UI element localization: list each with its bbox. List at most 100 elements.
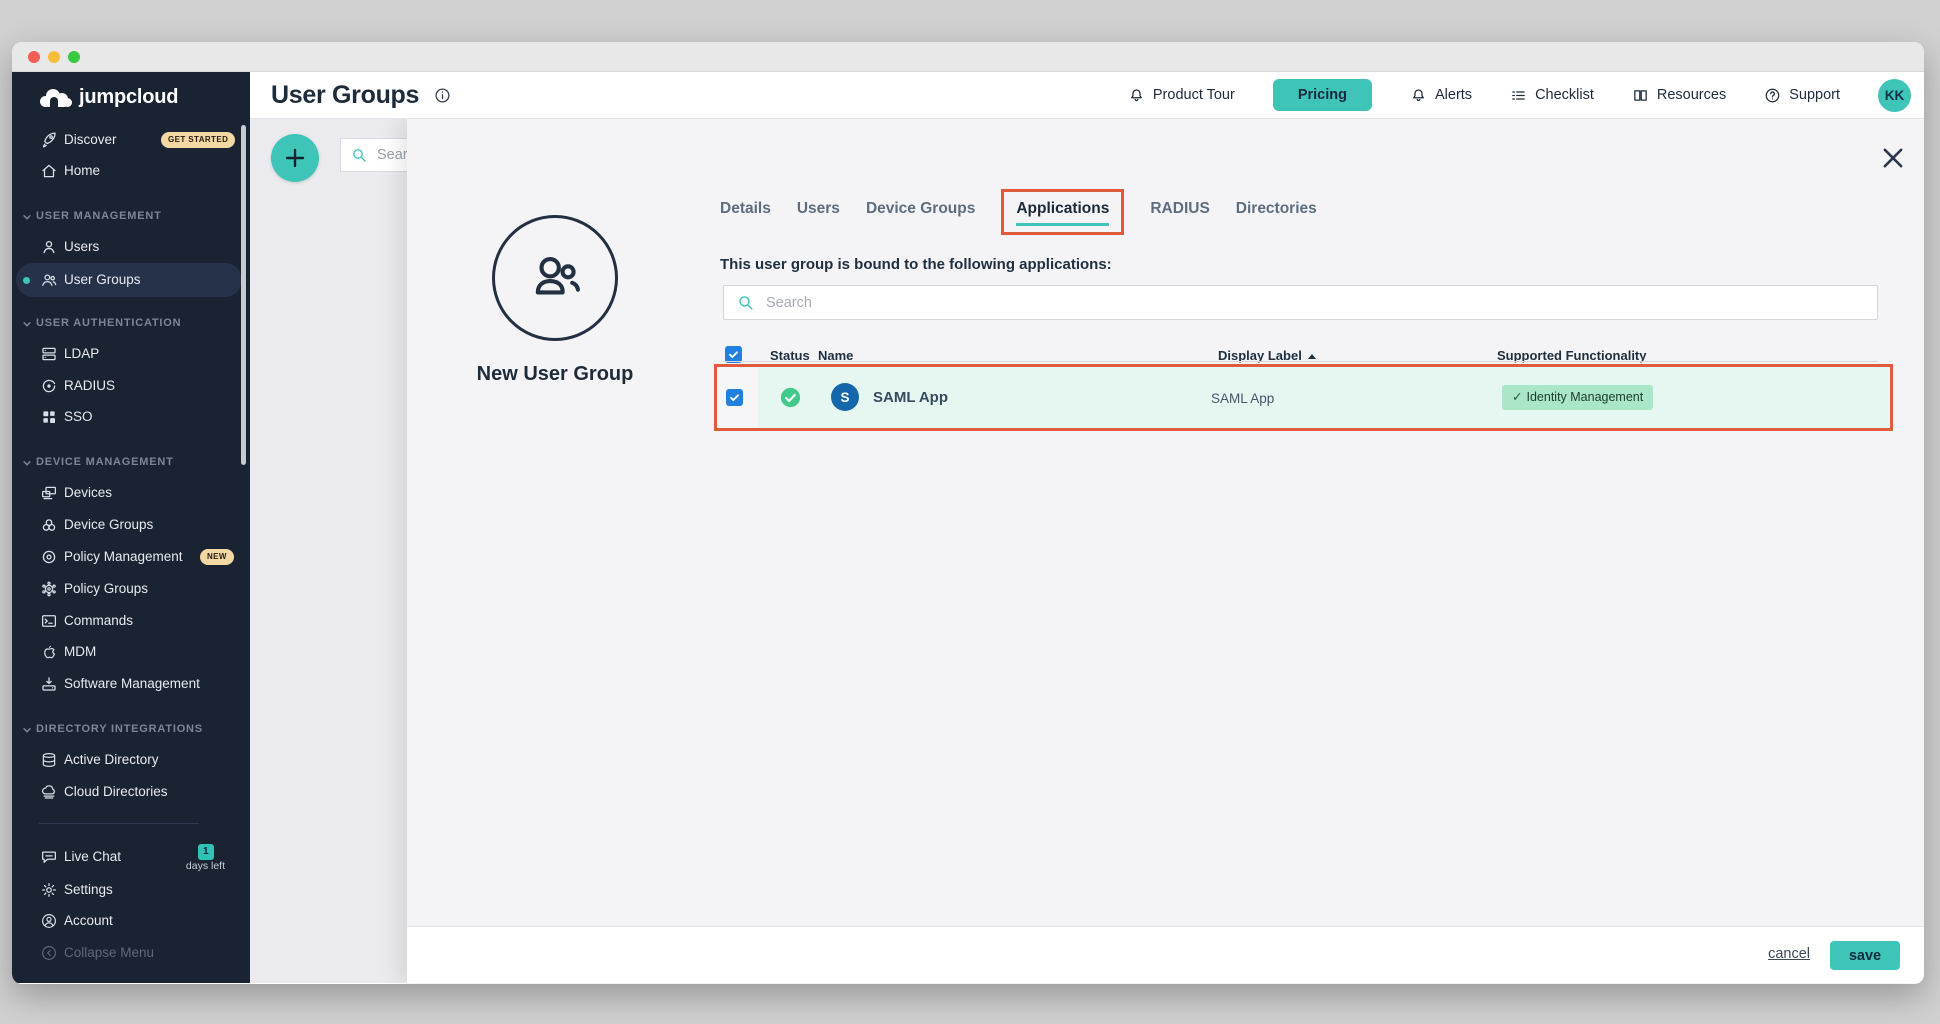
support-label: Support [1789,87,1840,103]
sidebar-section-directory-integrations[interactable]: DIRECTORY INTEGRATIONS [12,713,250,745]
apple-icon [40,643,58,661]
sidebar-item-label: Policy Management [64,541,183,573]
venn-icon [40,516,58,534]
sidebar-item-policy-management[interactable]: Policy Management NEW [12,541,250,573]
sidebar-item-collapse-menu[interactable]: Collapse Menu [12,937,250,969]
page-header: User Groups Product Tour Pricing Alerts … [250,72,1924,119]
sidebar-item-ldap[interactable]: LDAP [12,338,250,370]
check-glyph: ✓ [1512,390,1522,404]
tab-users[interactable]: Users [797,200,840,218]
tab-directories[interactable]: Directories [1236,200,1317,218]
sidebar-item-active-directory[interactable]: Active Directory [12,744,250,776]
rocket-icon [40,131,58,149]
sidebar-item-sso[interactable]: SSO [12,401,250,433]
sidebar-item-live-chat[interactable]: Live Chat 1 days left [12,841,250,873]
sidebar-item-label: MDM [64,636,96,668]
sidebar-item-cloud-directories[interactable]: Cloud Directories [12,776,250,808]
chevron-down-icon [22,212,32,222]
zoom-window-button[interactable] [68,51,80,63]
sidebar-item-radius[interactable]: RADIUS [12,370,250,402]
app-display-label: SAML App [1211,391,1274,406]
search-icon [737,294,754,311]
sidebar-item-discover[interactable]: Discover GET STARTED [12,124,250,156]
sidebar-item-device-groups[interactable]: Device Groups [12,509,250,541]
sidebar-item-label: LDAP [64,338,99,370]
tab-applications[interactable]: Applications [1016,200,1109,226]
jumpcloud-logo[interactable]: jumpcloud [38,86,178,109]
bell-icon [1128,87,1145,104]
sidebar-item-users[interactable]: Users [12,231,250,263]
book-icon [1632,87,1649,104]
content-area: New User Group Details Users Device Grou… [250,119,1924,983]
sidebar-item-label: Active Directory [64,744,159,776]
alerts-button[interactable]: Alerts [1410,87,1472,104]
table-row-saml-app[interactable]: S SAML App SAML App ✓Identity Management [714,364,1893,431]
app-avatar: S [831,383,859,411]
macos-titlebar [12,42,1924,72]
info-icon[interactable] [434,87,451,104]
panel-tabs: Details Users Device Groups Applications… [720,183,1317,235]
sidebar: jumpcloud Discover GET STARTED Home USER… [12,72,250,983]
sidebar-item-label: Device Groups [64,509,153,541]
product-tour-button[interactable]: Product Tour [1128,87,1235,104]
pricing-button[interactable]: Pricing [1273,79,1372,111]
sidebar-item-user-groups[interactable]: User Groups [12,264,250,296]
check-icon [728,391,741,404]
add-user-group-button[interactable] [271,134,319,182]
tab-device-groups[interactable]: Device Groups [866,200,975,218]
new-badge: NEW [200,549,234,565]
save-button[interactable]: save [1830,941,1900,970]
sidebar-item-software-management[interactable]: Software Management [12,668,250,700]
sidebar-item-commands[interactable]: Commands [12,605,250,637]
sidebar-scrollbar[interactable] [241,125,246,465]
sidebar-section-user-management[interactable]: USER MANAGEMENT [12,200,250,232]
tab-details[interactable]: Details [720,200,771,218]
row-checkbox[interactable] [726,389,743,406]
account-icon [40,912,58,930]
user-group-icon [40,271,58,289]
server-icon [40,345,58,363]
cloud-db-icon [40,783,58,801]
sidebar-item-account[interactable]: Account [12,905,250,937]
sidebar-item-policy-groups[interactable]: Policy Groups [12,573,250,605]
applications-search-input[interactable] [764,294,1164,312]
sidebar-section-user-authentication[interactable]: USER AUTHENTICATION [12,307,250,339]
sidebar-item-devices[interactable]: Devices [12,477,250,509]
functionality-badge: ✓Identity Management [1502,385,1653,410]
plus-icon [283,146,307,170]
trial-days-badge: 1 [198,844,214,860]
sidebar-item-mdm[interactable]: MDM [12,636,250,668]
sidebar-item-label: Policy Groups [64,573,148,605]
sidebar-item-label: Software Management [64,668,200,700]
cluster-icon [40,580,58,598]
status-active-icon [780,387,801,408]
sidebar-item-label: RADIUS [64,370,115,402]
close-icon [1879,144,1907,172]
bound-applications-description: This user group is bound to the followin… [720,256,1112,273]
cancel-button[interactable]: cancel [1768,946,1810,962]
sidebar-divider [39,823,199,824]
close-panel-button[interactable] [1879,144,1907,172]
chevron-down-icon [22,725,32,735]
checklist-button[interactable]: Checklist [1510,87,1594,104]
main-area: User Groups Product Tour Pricing Alerts … [250,72,1924,983]
support-button[interactable]: Support [1764,87,1840,104]
tab-radius[interactable]: RADIUS [1150,200,1209,218]
close-window-button[interactable] [28,51,40,63]
active-dot [23,277,30,284]
terminal-icon [40,612,58,630]
resources-button[interactable]: Resources [1632,87,1726,104]
app-window: jumpcloud Discover GET STARTED Home USER… [12,42,1924,984]
user-avatar[interactable]: KK [1878,79,1911,112]
product-tour-label: Product Tour [1153,87,1235,103]
applications-search[interactable] [723,285,1878,320]
minimize-window-button[interactable] [48,51,60,63]
cloud-logo-icon [38,87,72,109]
sidebar-section-device-management[interactable]: DEVICE MANAGEMENT [12,446,250,478]
search-icon [351,147,367,163]
sidebar-item-label: Devices [64,477,112,509]
alerts-label: Alerts [1435,87,1472,103]
sidebar-item-settings[interactable]: Settings [12,874,250,906]
logo-text: jumpcloud [79,86,178,109]
sidebar-item-home[interactable]: Home [12,155,250,187]
